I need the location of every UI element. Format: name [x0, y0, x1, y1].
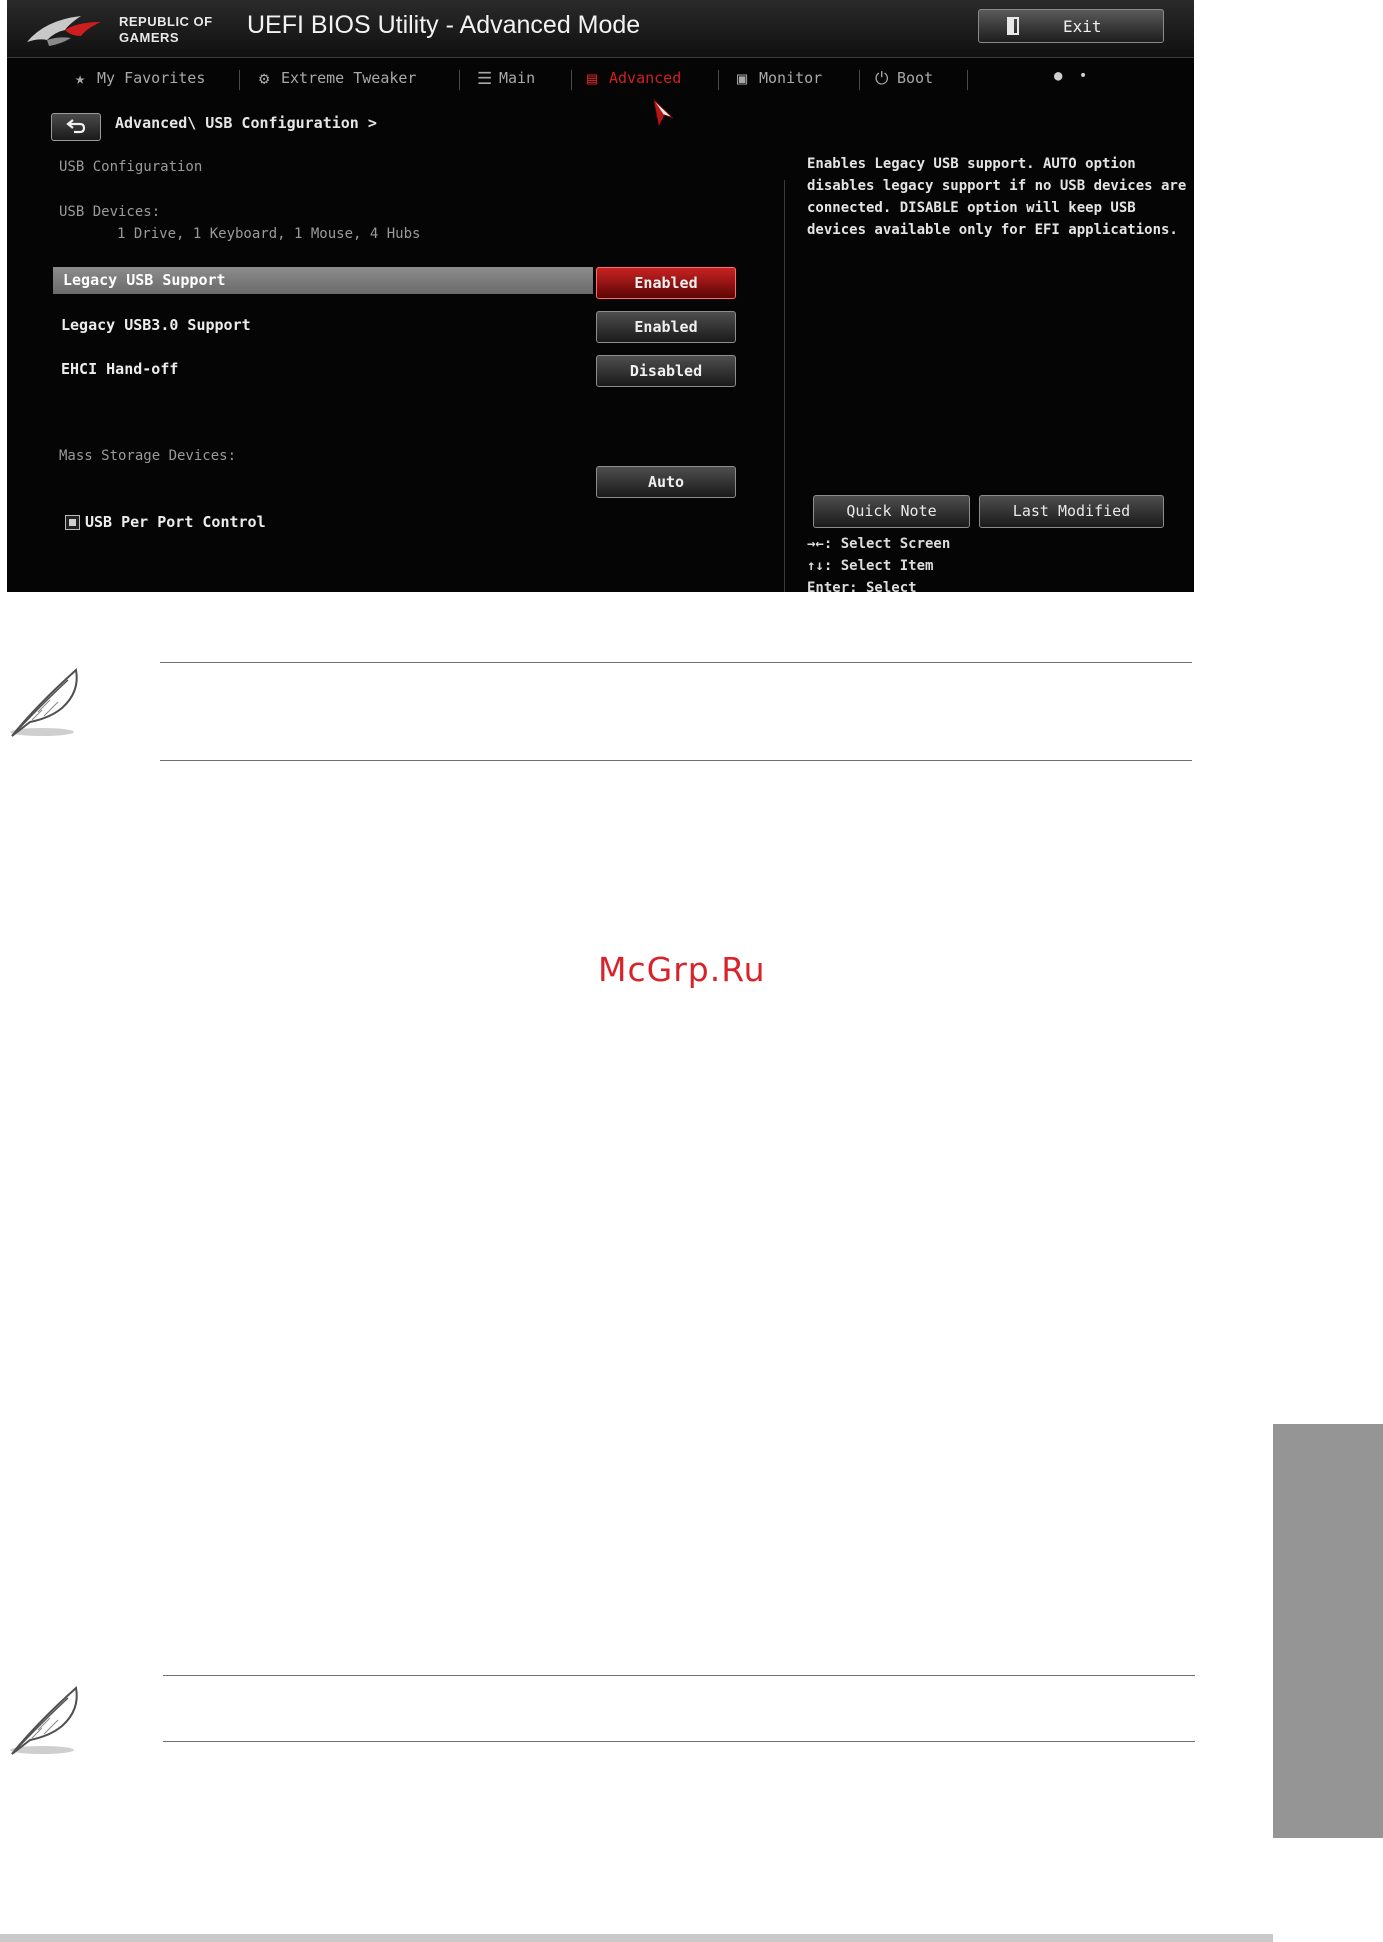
- exit-button[interactable]: Exit: [978, 9, 1164, 43]
- breadcrumb: Advanced\ USB Configuration >: [115, 114, 377, 132]
- legacy-usb3-support-label: Legacy USB3.0 Support: [61, 316, 251, 334]
- bios-screenshot: REPUBLIC OF GAMERS UEFI BIOS Utility - A…: [7, 0, 1194, 592]
- usb-per-port-expand-icon[interactable]: [65, 515, 80, 530]
- back-button[interactable]: [51, 113, 101, 141]
- tab-separator: [571, 70, 572, 90]
- tweaker-icon: ⚙: [259, 69, 270, 89]
- row-legacy-usb-support[interactable]: Legacy USB Support: [53, 267, 593, 294]
- list-icon: ☰: [477, 69, 493, 89]
- bios-header: REPUBLIC OF GAMERS UEFI BIOS Utility - A…: [7, 0, 1194, 58]
- rog-eye-icon: [27, 16, 101, 46]
- help-text: Enables Legacy USB support. AUTO option …: [807, 156, 1187, 238]
- quick-note-button[interactable]: Quick Note: [813, 495, 970, 528]
- tab-extreme-tweaker[interactable]: ⚙ Extreme Tweaker: [259, 69, 416, 89]
- brand-line2: GAMERS: [119, 30, 180, 45]
- advanced-icon: ▤: [587, 69, 598, 89]
- legacy-usb3-support-button[interactable]: Enabled: [596, 311, 736, 343]
- key-hint-enter-select: Enter: Select: [807, 580, 917, 592]
- note-rule-top: [160, 662, 1192, 663]
- brand-line1: REPUBLIC OF: [119, 14, 213, 29]
- tab-main[interactable]: ☰ Main: [477, 69, 535, 89]
- tab-my-favorites[interactable]: ★ My Favorites: [75, 69, 205, 89]
- note-rule-bottom: [163, 1741, 1195, 1742]
- usb-per-port-control-item[interactable]: USB Per Port Control: [85, 513, 266, 531]
- rog-logo: REPUBLIC OF GAMERS: [25, 8, 235, 50]
- section-title: USB Configuration: [59, 159, 203, 175]
- bios-title: UEFI BIOS Utility - Advanced Mode: [247, 11, 641, 39]
- note-rule-bottom: [160, 760, 1192, 761]
- usb-devices-value: 1 Drive, 1 Keyboard, 1 Mouse, 4 Hubs: [117, 226, 421, 242]
- mass-storage-label: Mass Storage Devices:: [59, 448, 237, 464]
- key-hint-select-screen: →←: Select Screen: [807, 536, 951, 552]
- last-modified-button[interactable]: Last Modified: [979, 495, 1164, 528]
- power-icon: ⏻: [875, 69, 889, 89]
- tab-separator: [967, 70, 968, 90]
- ehci-hand-off-label: EHCI Hand-off: [61, 360, 179, 378]
- note-rule-top: [163, 1675, 1195, 1676]
- tab-advanced[interactable]: ▤ Advanced: [587, 69, 681, 89]
- note-feather-icon: [10, 668, 78, 737]
- mouse-cursor-icon: [653, 98, 674, 127]
- back-arrow-icon: [66, 119, 86, 134]
- watermark: McGrp.Ru: [598, 950, 766, 989]
- exit-label: Exit: [1063, 17, 1102, 36]
- legacy-usb-support-button[interactable]: Enabled: [596, 267, 736, 299]
- tab-boot[interactable]: ⏻ Boot: [875, 69, 933, 89]
- chapter-tab: [1273, 1424, 1383, 1838]
- monitor-icon: ▣: [737, 69, 748, 89]
- side-panel-divider: [784, 180, 785, 592]
- tab-separator: [718, 70, 719, 90]
- key-hint-select-item: ↑↓: Select Item: [807, 558, 934, 574]
- exit-door-icon: [1007, 17, 1019, 35]
- page-footer-bar: [0, 1934, 1273, 1942]
- tab-scroll-dots-icon[interactable]: ● •: [1054, 68, 1091, 84]
- star-icon: ★: [75, 69, 86, 89]
- tab-separator: [459, 70, 460, 90]
- tab-monitor[interactable]: ▣ Monitor: [737, 69, 822, 89]
- legacy-usb-support-label: Legacy USB Support: [63, 271, 226, 289]
- tab-separator: [859, 70, 860, 90]
- ehci-hand-off-button[interactable]: Disabled: [596, 355, 736, 387]
- note-feather-icon: [10, 1686, 78, 1755]
- mass-storage-button[interactable]: Auto: [596, 466, 736, 498]
- tab-separator: [239, 70, 240, 90]
- bios-tab-bar: ★ My Favorites ⚙ Extreme Tweaker ☰ Main ▤ Ad…: [7, 60, 1194, 98]
- usb-devices-label: USB Devices:: [59, 204, 161, 220]
